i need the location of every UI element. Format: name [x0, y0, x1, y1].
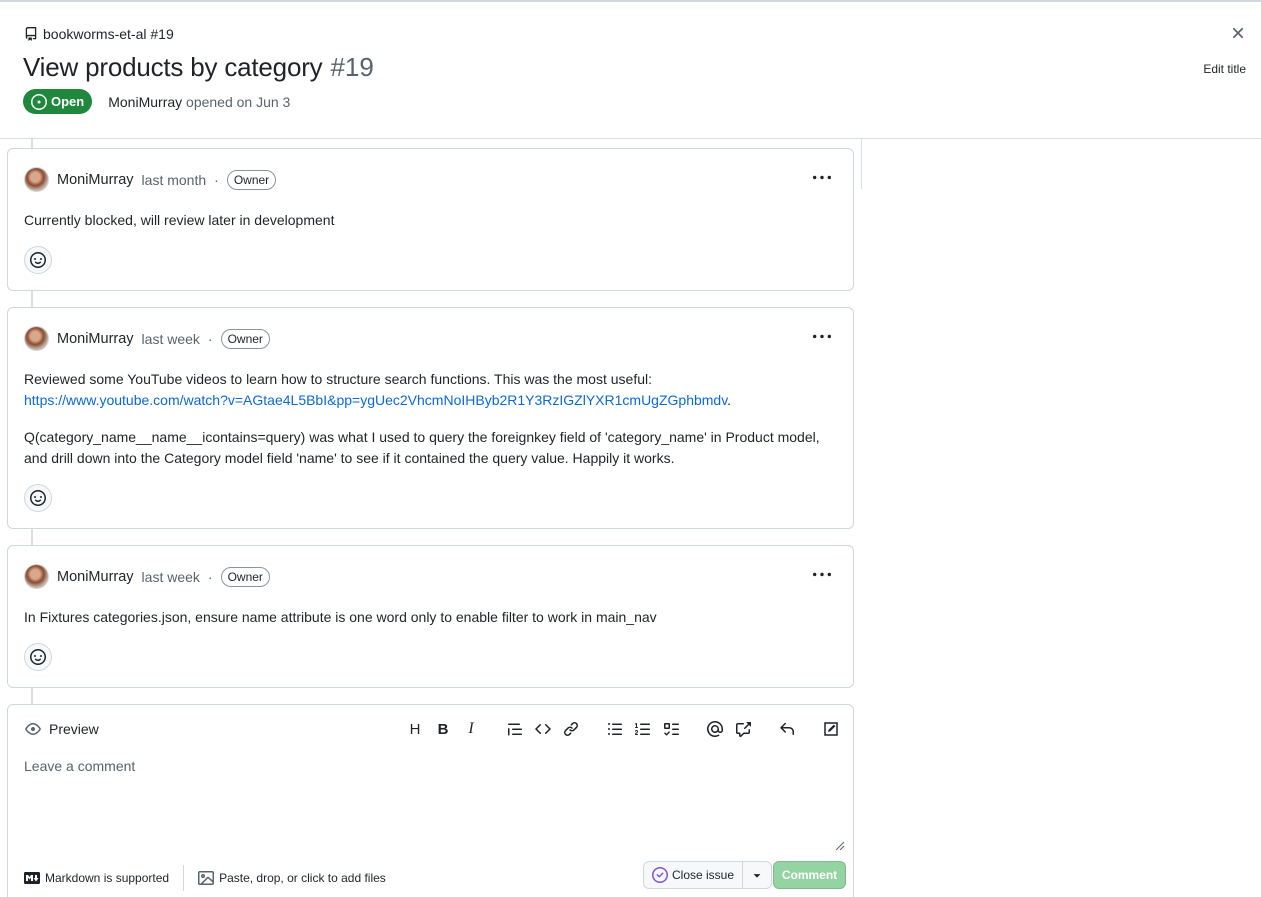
opened-meta: MoniMurray opened on Jun 3 [108, 94, 290, 110]
timeline-comment: MoniMurray last week · Owner Reviewed so… [7, 307, 854, 529]
comment-author[interactable]: MoniMurray [57, 172, 134, 188]
close-icon[interactable] [1229, 24, 1247, 42]
code-button[interactable] [532, 718, 554, 740]
list-unordered-icon [608, 723, 622, 735]
italic-button[interactable]: I [460, 718, 482, 740]
comment-header: MoniMurray last week · Owner [24, 326, 270, 351]
separator-dot: · [207, 568, 213, 585]
comment-timestamp[interactable]: last week [142, 569, 200, 585]
link-icon [563, 721, 579, 737]
state-row: Open MoniMurray opened on Jun 3 [23, 89, 290, 114]
comment-header: MoniMurray last month · Owner [24, 167, 277, 192]
comment-paragraph: Reviewed some YouTube videos to learn ho… [24, 369, 844, 411]
comment-body: Reviewed some YouTube videos to learn ho… [24, 369, 844, 485]
repo-icon [25, 27, 37, 41]
owner-badge: Owner [226, 169, 277, 190]
paragraph-end: . [727, 392, 732, 408]
avatar[interactable] [24, 564, 49, 589]
markdown-toolbar: H B I [8, 718, 855, 740]
timeline-comment: MoniMurray last week · Owner In Fixtures… [7, 545, 854, 688]
issue-opened-icon [31, 93, 47, 110]
issue-header: bookworms-et-al #19 View products by cat… [0, 2, 1261, 139]
issue-author-link[interactable]: MoniMurray [108, 94, 182, 110]
comment-body: Currently blocked, will review later in … [24, 210, 844, 247]
comment-body: In Fixtures categories.json, ensure name… [24, 607, 844, 644]
edit-title-button[interactable]: Edit title [1203, 62, 1246, 76]
attach-files-button[interactable]: Paste, drop, or click to add files [184, 870, 386, 886]
pencil-square-icon [824, 722, 838, 736]
list-ordered-icon [635, 723, 650, 735]
title-row: View products by category #19 [23, 52, 374, 83]
separator-dot: · [207, 330, 213, 347]
mention-button[interactable] [704, 718, 726, 740]
comment-timestamp[interactable]: last month [142, 172, 207, 188]
mention-icon [707, 721, 723, 737]
comment-paragraph: In Fixtures categories.json, ensure name… [24, 609, 657, 625]
issue-closed-icon [652, 867, 668, 883]
comment-submit-button[interactable]: Comment [773, 861, 846, 889]
add-reaction-button[interactable] [24, 484, 52, 512]
comment-composer: Preview H B I Leave a comment Markdown i… [7, 704, 854, 897]
task-list-button[interactable] [660, 718, 682, 740]
timeline-comment: MoniMurray last month · Owner Currently … [7, 148, 854, 291]
bold-button[interactable]: B [432, 718, 454, 740]
comment-header: MoniMurray last week · Owner [24, 564, 270, 589]
cross-reference-button[interactable] [732, 718, 754, 740]
sidebar-divider [861, 139, 862, 189]
ordered-list-button[interactable] [632, 718, 654, 740]
opened-date-text: opened on Jun 3 [186, 93, 291, 110]
avatar[interactable] [24, 326, 49, 351]
cross-reference-icon [736, 722, 751, 737]
attach-files-text: Paste, drop, or click to add files [219, 871, 386, 885]
reply-icon [780, 722, 794, 735]
markdown-note-text: Markdown is supported [45, 871, 170, 885]
comment-author[interactable]: MoniMurray [57, 569, 134, 585]
close-issue-dropdown[interactable] [743, 862, 771, 888]
smiley-icon [30, 490, 46, 506]
issue-title: View products by category [23, 52, 323, 82]
quote-button[interactable] [504, 718, 526, 740]
smiley-icon [30, 252, 46, 268]
owner-badge: Owner [220, 566, 270, 587]
add-reaction-button[interactable] [24, 643, 52, 671]
close-issue-button-group: Close issue [643, 861, 773, 889]
kebab-horizontal-icon[interactable] [811, 328, 833, 346]
smiley-icon [30, 649, 46, 665]
issue-number: #19 [330, 52, 374, 82]
comment-author[interactable]: MoniMurray [57, 331, 134, 347]
avatar[interactable] [24, 167, 49, 192]
separator-dot: · [214, 171, 219, 188]
comment-paragraph: Currently blocked, will review later in … [24, 212, 335, 228]
youtube-link[interactable]: https://www.youtube.com/watch?v=AGtae4L5… [24, 392, 727, 408]
status-label: Open [51, 94, 85, 109]
fullscreen-button[interactable] [820, 718, 842, 740]
heading-button[interactable]: H [404, 718, 426, 740]
add-reaction-button[interactable] [24, 246, 52, 274]
paragraph-text: Reviewed some YouTube videos to learn ho… [24, 371, 652, 387]
code-icon [535, 723, 551, 735]
repo-breadcrumb[interactable]: bookworms-et-al #19 [24, 26, 174, 42]
composer-footer: Markdown is supported Paste, drop, or cl… [24, 865, 386, 891]
owner-badge: Owner [220, 328, 270, 349]
unordered-list-button[interactable] [604, 718, 626, 740]
tasklist-icon [664, 723, 679, 736]
comment-textarea[interactable] [24, 758, 846, 855]
link-button[interactable] [560, 718, 582, 740]
undo-button[interactable] [776, 718, 798, 740]
triangle-down-icon [753, 874, 761, 878]
comment-timestamp[interactable]: last week [142, 331, 200, 347]
markdown-icon [24, 872, 40, 884]
markdown-note[interactable]: Markdown is supported [24, 865, 185, 891]
image-icon [198, 871, 215, 885]
close-issue-label: Close issue [672, 868, 735, 882]
resize-grip-icon[interactable] [835, 841, 845, 851]
quote-icon [508, 723, 522, 736]
status-badge: Open [23, 89, 93, 114]
kebab-horizontal-icon[interactable] [811, 566, 833, 584]
close-issue-button[interactable]: Close issue [644, 862, 744, 888]
comment-paragraph: Q(category_name__name__icontains=query) … [24, 429, 820, 466]
kebab-horizontal-icon[interactable] [811, 169, 833, 187]
repo-ref-text[interactable]: bookworms-et-al #19 [43, 26, 174, 42]
